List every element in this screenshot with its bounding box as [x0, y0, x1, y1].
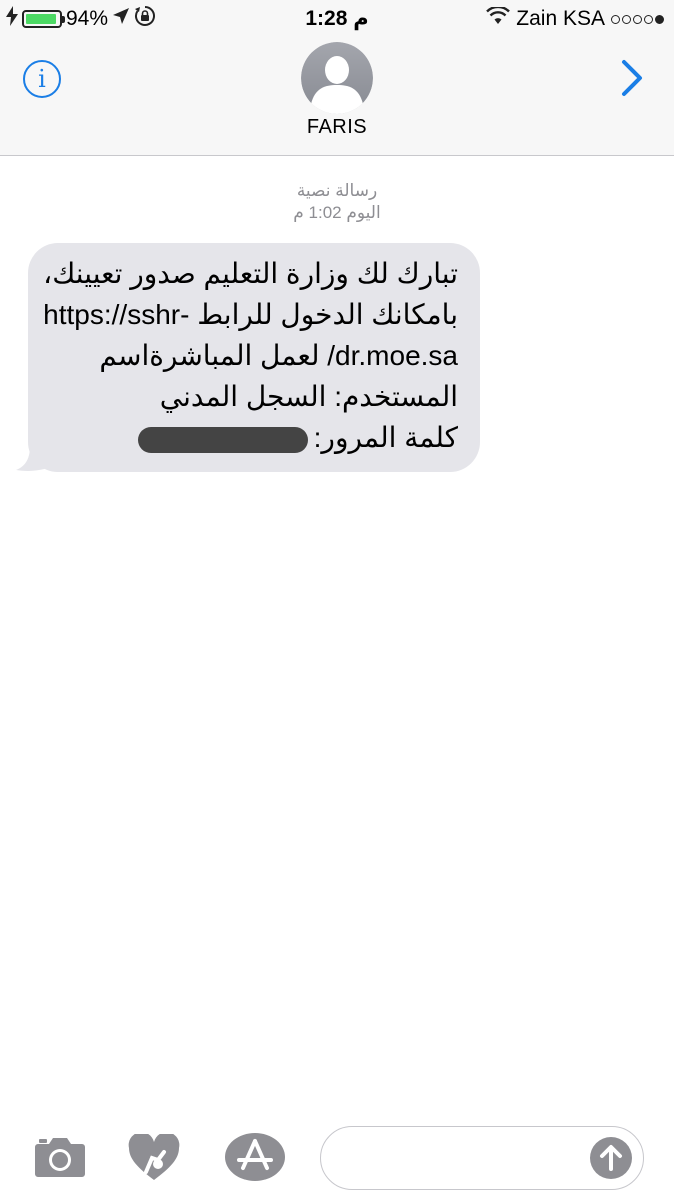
signal-dot [611, 14, 620, 24]
password-label: كلمة المرور: [313, 422, 458, 453]
chevron-right-icon[interactable] [618, 58, 646, 98]
contact-avatar[interactable] [301, 42, 373, 114]
signal-strength-icon [611, 14, 664, 24]
message-bubble[interactable]: تبارك لك وزارة التعليم صدور تعيينك، بامك… [28, 243, 480, 472]
message-line: تبارك لك وزارة التعليم صدور تعيينك، [43, 258, 458, 289]
message-type-label: رسالة نصية [296, 181, 378, 200]
signal-dot [633, 14, 642, 24]
heart-touch-icon[interactable] [128, 1132, 180, 1187]
info-icon[interactable]: i [23, 60, 61, 98]
wifi-icon [486, 5, 511, 31]
conversation-header: i FARIS [0, 38, 674, 156]
redacted-password [137, 426, 308, 453]
carrier-name: Zain KSA [516, 7, 605, 30]
message-line-password: كلمة المرور: [50, 417, 458, 458]
camera-icon[interactable] [34, 1136, 86, 1183]
signal-dot [644, 14, 653, 24]
send-arrow-icon[interactable] [589, 1136, 633, 1180]
message-line: dr.moe.sa/ لعمل المباشرةاسم [99, 340, 458, 371]
message-line: بامكانك الدخول للرابط -https://sshr [43, 299, 458, 330]
status-right: Zain KSA [486, 5, 664, 32]
compose-bar [0, 1106, 674, 1200]
app-store-icon[interactable] [224, 1132, 286, 1187]
message-line: المستخدم: السجل المدني [159, 381, 458, 412]
status-bar: 94% 1:28 م Zain KSA [0, 0, 674, 38]
message-input[interactable] [320, 1126, 644, 1190]
message-meta: رسالة نصية اليوم 1:02 م [0, 180, 674, 224]
signal-dot [622, 14, 631, 24]
message-timestamp: اليوم 1:02 م [293, 203, 381, 222]
contact-name[interactable]: FARIS [0, 116, 674, 139]
signal-dot [655, 14, 664, 24]
